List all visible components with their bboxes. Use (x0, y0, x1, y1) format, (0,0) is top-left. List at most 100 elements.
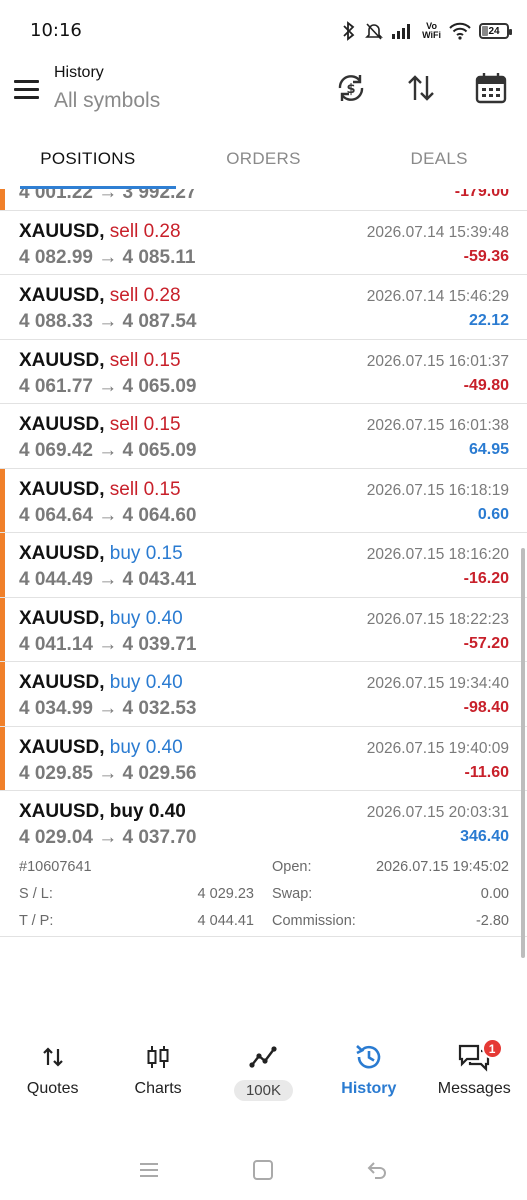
position-time: 2026.07.14 15:46:29 (366, 288, 509, 305)
recents-icon[interactable] (135, 1156, 163, 1184)
position-symbol: XAUUSD, buy 0.15 (19, 543, 183, 565)
expanded-position[interactable]: XAUUSD, buy 0.40 4 029.04 → 4 037.70 202… (0, 791, 527, 937)
history-icon (354, 1040, 384, 1074)
position-profit: -16.20 (463, 570, 509, 587)
position-profit: 64.95 (468, 441, 509, 458)
home-icon[interactable] (249, 1156, 277, 1184)
position-side: sell 0.15 (109, 478, 181, 500)
position-row[interactable]: XAUUSD, sell 0.15 4 069.42 → 4 065.09 2026… (0, 404, 527, 469)
nav-quotes[interactable]: Quotes (0, 1040, 105, 1110)
position-profit: -49.80 (463, 376, 509, 394)
sl-value: 4 029.23 (197, 886, 254, 902)
position-prices: 4 069.42 → 4 065.09 (19, 440, 197, 461)
position-symbol: XAUUSD, buy 0.40 (19, 672, 183, 694)
tab-positions[interactable]: POSITIONS (0, 136, 176, 186)
symbol-text: XAUUSD, (19, 607, 105, 629)
back-icon[interactable] (363, 1156, 391, 1184)
position-side: sell 0.28 (109, 220, 181, 242)
position-symbol: XAUUSD, sell 0.15 (19, 414, 181, 436)
tab-orders[interactable]: ORDERS (176, 136, 352, 186)
position-profit: -59.36 (463, 247, 509, 265)
position-prices: 4 029.85 → 4 029.56 (19, 762, 197, 784)
nav-label-history: History (341, 1080, 397, 1097)
position-row[interactable]: XAUUSD, sell 0.15 4 061.77 → 4 065.09 2026… (0, 340, 527, 404)
symbol-text: XAUUSD, (19, 349, 105, 371)
ticket-number: #10607641 (19, 859, 92, 875)
trade-line-icon (249, 1040, 278, 1074)
candlestick-chart-icon (145, 1040, 171, 1074)
symbol-text: XAUUSD, (19, 220, 105, 242)
commission-label: Commission: (272, 913, 356, 929)
messages-badge: 1 (481, 1038, 503, 1059)
symbol-text: XAUUSD, (19, 801, 105, 822)
position-side: sell 0.15 (109, 414, 181, 435)
position-side: buy 0.40 (109, 607, 183, 629)
list-scrollbar[interactable] (521, 548, 525, 958)
svg-text:$: $ (346, 82, 355, 97)
nav-trade[interactable]: 100K (211, 1040, 316, 1110)
position-time: 2026.07.15 20:03:31 (366, 804, 509, 821)
system-nav-bar (0, 1150, 527, 1190)
nav-charts[interactable]: Charts (105, 1040, 210, 1110)
position-symbol: XAUUSD, buy 0.40 (19, 608, 183, 630)
position-prices: 4 088.33 → 4 087.54 (19, 311, 197, 332)
nav-label-quotes: Quotes (26, 1080, 79, 1097)
position-side: buy 0.40 (109, 736, 183, 758)
battery-icon: 24 (479, 23, 512, 39)
tp-label: T / P: (19, 913, 54, 929)
position-prices: 4 029.04 → 4 037.70 (19, 827, 197, 848)
position-profit: -57.20 (463, 634, 509, 652)
nav-messages[interactable]: 1 Messages (422, 1038, 527, 1110)
bottom-nav: Quotes Charts 100K History 1 Messages (0, 1038, 527, 1110)
tab-deals[interactable]: DEALS (351, 136, 527, 186)
status-bar: 10:16 Vo WiFi 24 (0, 0, 527, 60)
position-side: sell 0.28 (109, 285, 181, 306)
position-prices: 4 034.99 → 4 032.53 (19, 698, 197, 719)
hamburger-menu-icon[interactable] (14, 76, 40, 102)
header-actions: $ (333, 70, 509, 106)
symbol-text: XAUUSD, (19, 478, 105, 500)
sort-icon[interactable] (403, 70, 439, 106)
position-row[interactable]: XAUUSD, sell 0.28 4 088.33 → 4 087.54 2026… (0, 275, 527, 340)
position-row[interactable]: XAUUSD, buy 0.40 4 034.99 → 4 032.53 2026.… (0, 662, 527, 727)
position-profit: 346.40 (460, 828, 509, 845)
nav-history[interactable]: History (316, 1040, 421, 1110)
position-row[interactable]: XAUUSD, buy 0.15 4 044.49 → 4 043.41 2026.… (0, 533, 527, 598)
symbol-filter[interactable]: All symbols (54, 89, 160, 113)
position-row[interactable]: XAUUSD, buy 0.40 4 029.85 → 4 029.56 2026.… (0, 726, 527, 791)
position-time: 2026.07.15 16:01:38 (366, 417, 509, 434)
position-profit: -98.40 (463, 699, 509, 716)
calendar-icon[interactable] (473, 70, 509, 106)
signal-icon (392, 23, 414, 39)
position-profit: -179.00 (454, 189, 509, 200)
commission-value: -2.80 (475, 913, 509, 929)
status-icons: Vo WiFi 24 (342, 18, 512, 44)
symbol-text: XAUUSD, (19, 285, 105, 306)
nav-label-messages: Messages (437, 1080, 511, 1097)
tab-bar: POSITIONS ORDERS DEALS (0, 136, 527, 186)
position-time: 2026.07.15 18:16:20 (366, 546, 509, 563)
position-prices: 4 061.77 → 4 065.09 (19, 375, 197, 397)
position-row[interactable]: XAUUSD, sell 0.28 4 082.99 → 4 085.11 2026… (0, 211, 527, 275)
tp-value: 4 044.41 (197, 913, 254, 929)
position-row[interactable]: XAUUSD, buy 0.40 4 041.14 → 4 039.71 2026.… (0, 597, 527, 662)
wifi-icon (449, 22, 471, 40)
bluetooth-icon (342, 21, 356, 41)
position-profit: 22.12 (468, 312, 509, 329)
position-time: 2026.07.15 19:34:40 (366, 675, 509, 692)
position-prices: 4 064.64 → 4 064.60 (19, 504, 197, 526)
positions-list[interactable]: XAUUSD, buy 0.204 001.22 → 3 992.272026.… (0, 189, 527, 959)
position-prices: 4 001.22 → 3 992.27 (19, 189, 197, 203)
position-symbol: XAUUSD, sell 0.28 (19, 285, 181, 307)
position-symbol: XAUUSD, sell 0.28 (19, 221, 181, 243)
position-row[interactable]: XAUUSD, buy 0.204 001.22 → 3 992.272026.… (0, 189, 527, 211)
symbol-text: XAUUSD, (19, 414, 105, 435)
sl-label: S / L: (19, 886, 53, 902)
currency-exchange-icon[interactable]: $ (333, 70, 369, 106)
symbol-text: XAUUSD, (19, 736, 105, 758)
swap-value: 0.00 (480, 886, 509, 902)
position-symbol: XAUUSD, sell 0.15 (19, 479, 181, 501)
position-side: sell 0.15 (109, 349, 181, 371)
position-row[interactable]: XAUUSD, sell 0.15 4 064.64 → 4 064.60 2026… (0, 468, 527, 533)
status-time: 10:16 (30, 20, 82, 41)
